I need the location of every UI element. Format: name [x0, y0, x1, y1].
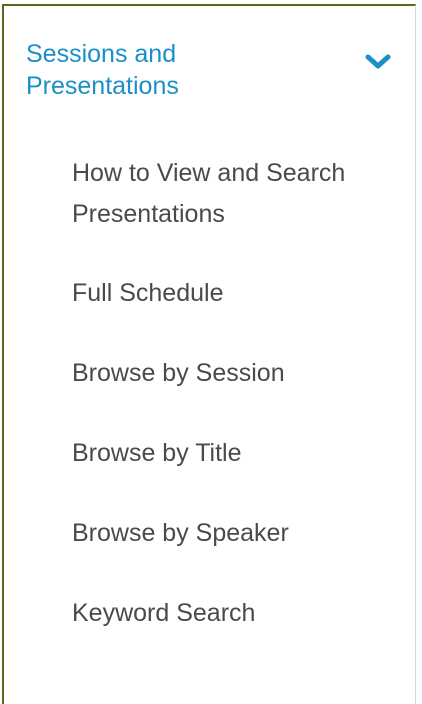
section-title: Sessions and Presentations — [26, 40, 179, 100]
sessions-and-presentations-toggle[interactable]: Sessions and Presentations — [4, 6, 415, 106]
menu-item-browse-by-session[interactable]: Browse by Session — [72, 353, 402, 394]
menu-item-how-to-view-and-search[interactable]: How to View and Search Presentations — [72, 153, 402, 235]
sidebar-nav-panel: Sessions and Presentations How to View a… — [2, 4, 416, 704]
chevron-down-icon — [365, 54, 391, 69]
menu-item-keyword-search[interactable]: Keyword Search — [72, 593, 402, 634]
menu-item-full-schedule[interactable]: Full Schedule — [72, 273, 402, 314]
menu-item-browse-by-speaker[interactable]: Browse by Speaker — [72, 513, 402, 554]
menu-item-browse-by-title[interactable]: Browse by Title — [72, 433, 402, 474]
